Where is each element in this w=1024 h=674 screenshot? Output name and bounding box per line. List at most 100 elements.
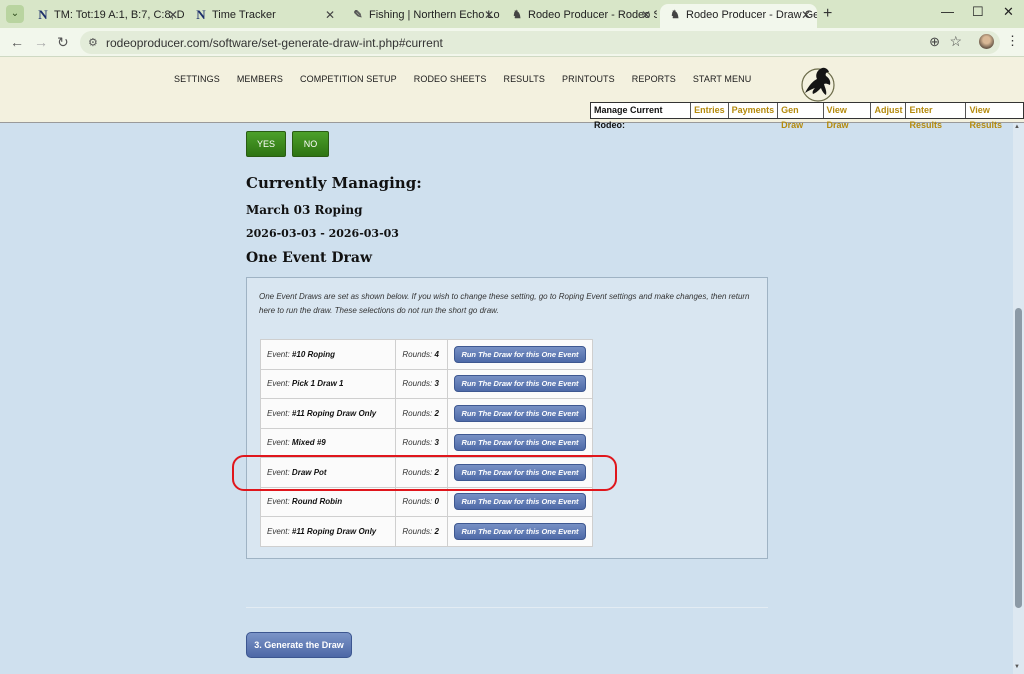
no-button[interactable]: NO xyxy=(292,131,329,157)
close-icon[interactable]: ✕ xyxy=(801,4,811,26)
close-icon[interactable]: ✕ xyxy=(641,4,651,26)
one-event-draw-panel: One Event Draws are set as shown below. … xyxy=(246,277,768,559)
browser-tab[interactable]: ✎ Fishing | Northern Echo Lodge ✕ xyxy=(343,4,500,28)
manage-link-view-draw[interactable]: View Draw xyxy=(824,103,872,130)
run-draw-button[interactable]: Run The Draw for this One Event xyxy=(454,404,586,422)
manage-link-payments[interactable]: Payments xyxy=(729,103,779,118)
address-bar-row: ← → ↻ ⚙ rodeoproducer.com/software/set-g… xyxy=(0,28,1024,57)
run-draw-button[interactable]: Run The Draw for this One Event xyxy=(454,345,586,363)
manage-link-enter-results[interactable]: Enter Results xyxy=(906,103,967,130)
action-cell: Run The Draw for this One Event xyxy=(447,486,593,517)
action-cell: Run The Draw for this One Event xyxy=(447,339,593,370)
nav-settings[interactable]: SETTINGS xyxy=(174,74,220,84)
currently-managing-heading: Currently Managing: xyxy=(246,174,422,192)
url-field[interactable]: ⚙ rodeoproducer.com/software/set-generat… xyxy=(80,31,1000,54)
new-tab-icon[interactable]: + xyxy=(823,5,832,23)
manage-link-view-results[interactable]: View Results xyxy=(966,103,1023,130)
scroll-up-icon[interactable]: ▲ xyxy=(1014,124,1020,130)
fish-icon: ✎ xyxy=(353,9,363,21)
rodeo-dates: 2026-03-03 - 2026-03-03 xyxy=(246,227,399,240)
browser-tab-active[interactable]: ♞ Rodeo Producer - Draw Genera ✕ xyxy=(660,4,817,28)
site-info-icon[interactable]: ⚙ xyxy=(88,36,98,49)
minimize-icon[interactable]: — xyxy=(941,4,954,19)
tab-title: Rodeo Producer - Rodeo Setup xyxy=(528,9,657,21)
nav-printouts[interactable]: PRINTOUTS xyxy=(562,74,615,84)
manage-link-adjust[interactable]: Adjust xyxy=(871,103,907,118)
nav-reports[interactable]: REPORTS xyxy=(632,74,676,84)
event-name: #10 Roping xyxy=(291,349,336,359)
zoom-icon[interactable]: ⊕ xyxy=(929,34,940,50)
close-icon[interactable]: ✕ xyxy=(168,4,178,26)
action-cell: Run The Draw for this One Event xyxy=(447,427,593,458)
maximize-icon[interactable]: ☐ xyxy=(972,4,984,20)
manage-current-rodeo-bar: Manage Current Rodeo: Entries Payments G… xyxy=(590,102,1024,130)
browser-tab[interactable]: ♞ Rodeo Producer - Rodeo Setup ✕ xyxy=(502,4,657,28)
section-title: One Event Draw xyxy=(246,250,373,266)
tab-title: Time Tracker xyxy=(212,9,276,21)
rounds-cell: Rounds: 2 xyxy=(395,398,448,429)
table-row: Event: Round Robin Rounds: 0 Run The Draw … xyxy=(259,486,593,517)
yes-button[interactable]: YES xyxy=(246,131,286,157)
browser-tab[interactable]: N TM: Tot:19 A:1, B:7, C:8, D:1, E:2 ✕ xyxy=(28,4,184,28)
notion-icon: N xyxy=(196,7,206,22)
nav-results[interactable]: RESULTS xyxy=(503,74,545,84)
manage-link-gen-draw[interactable]: Gen Draw xyxy=(778,103,824,130)
rounds-cell: Rounds: 3 xyxy=(395,427,448,458)
rounds-value: 0 xyxy=(434,497,439,507)
action-cell: Run The Draw for this One Event xyxy=(447,368,593,399)
event-label: Event: xyxy=(267,408,290,418)
nav-members[interactable]: MEMBERS xyxy=(237,74,283,84)
event-name: #11 Roping Draw Only xyxy=(291,526,377,536)
run-draw-button[interactable]: Run The Draw for this One Event xyxy=(454,434,586,452)
nav-competition-setup[interactable]: COMPETITION SETUP xyxy=(300,74,397,84)
scroll-down-icon[interactable]: ▼ xyxy=(1014,664,1020,670)
table-row: Event: #10 Roping Rounds: 4 Run The Draw f… xyxy=(259,339,593,370)
nav-start-menu[interactable]: START MENU xyxy=(693,74,752,84)
close-icon[interactable]: ✕ xyxy=(484,4,494,26)
close-icon[interactable]: ✕ xyxy=(325,4,335,26)
rodeo-name: March 03 Roping xyxy=(246,203,363,217)
generate-draw-button[interactable]: 3. Generate the Draw xyxy=(246,632,352,658)
site-header: SETTINGS MEMBERS COMPETITION SETUP RODEO… xyxy=(0,57,1024,130)
notion-icon: N xyxy=(38,7,48,22)
tab-title: Fishing | Northern Echo Lodge xyxy=(369,9,500,21)
event-cell: Event: Round Robin xyxy=(259,486,397,517)
run-draw-button[interactable]: Run The Draw for this One Event xyxy=(454,522,586,540)
browser-tab[interactable]: N Time Tracker ✕ xyxy=(186,4,341,28)
bookmark-star-icon[interactable]: ☆ xyxy=(949,33,962,50)
rounds-label: Rounds: xyxy=(402,497,433,507)
event-label: Event: xyxy=(267,349,290,359)
run-draw-button[interactable]: Run The Draw for this One Event xyxy=(454,375,586,393)
rounds-value: 2 xyxy=(434,526,439,536)
reload-icon[interactable]: ↻ xyxy=(57,34,69,51)
rounds-label: Rounds: xyxy=(402,526,433,536)
tab-search-icon[interactable]: ⌄ xyxy=(6,5,24,23)
scrollbar-thumb[interactable] xyxy=(1015,308,1022,608)
event-name: Mixed #9 xyxy=(291,438,326,448)
url-text: rodeoproducer.com/software/set-generate-… xyxy=(106,36,443,50)
rodeo-horse-logo[interactable] xyxy=(795,63,841,103)
forward-icon[interactable]: → xyxy=(34,34,48,50)
manage-link-entries[interactable]: Entries xyxy=(691,103,729,118)
event-name: Round Robin xyxy=(291,497,343,507)
event-cell: Event: #11 Roping Draw Only xyxy=(259,516,397,547)
action-cell: Run The Draw for this One Event xyxy=(447,398,593,429)
window-close-icon[interactable]: ✕ xyxy=(1003,4,1014,20)
tab-title: Rodeo Producer - Draw Genera xyxy=(686,9,817,21)
rounds-label: Rounds: xyxy=(402,349,433,359)
rounds-cell: Rounds: 2 xyxy=(395,516,448,547)
run-draw-button[interactable]: Run The Draw for this One Event xyxy=(454,493,586,511)
event-label: Event: xyxy=(267,379,290,389)
table-row: Event: #11 Roping Draw Only Rounds: 2 Run … xyxy=(259,398,593,429)
event-label: Event: xyxy=(267,438,290,448)
browser-menu-icon[interactable]: ⋮ xyxy=(1006,33,1019,49)
back-icon[interactable]: ← xyxy=(10,34,24,50)
rounds-label: Rounds: xyxy=(402,379,433,389)
rounds-value: 3 xyxy=(434,438,439,448)
nav-rodeo-sheets[interactable]: RODEO SHEETS xyxy=(414,74,487,84)
panel-note: One Event Draws are set as shown below. … xyxy=(259,292,750,315)
horse-icon: ♞ xyxy=(670,9,680,21)
browser-tab-bar: ⌄ N TM: Tot:19 A:1, B:7, C:8, D:1, E:2 ✕… xyxy=(0,0,1024,28)
event-cell: Event: #11 Roping Draw Only xyxy=(259,398,397,429)
profile-avatar[interactable] xyxy=(979,34,994,49)
